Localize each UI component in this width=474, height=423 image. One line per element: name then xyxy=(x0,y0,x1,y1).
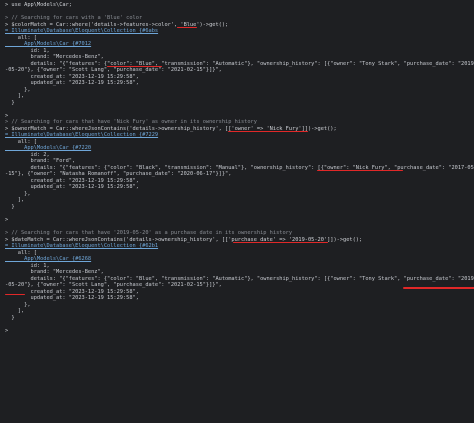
prompt-line: > xyxy=(5,327,9,334)
terminal-window[interactable]: > use App\Models\Car; > // Searching for … xyxy=(0,0,474,423)
terminal-output: > use App\Models\Car; > // Searching for … xyxy=(5,2,474,334)
